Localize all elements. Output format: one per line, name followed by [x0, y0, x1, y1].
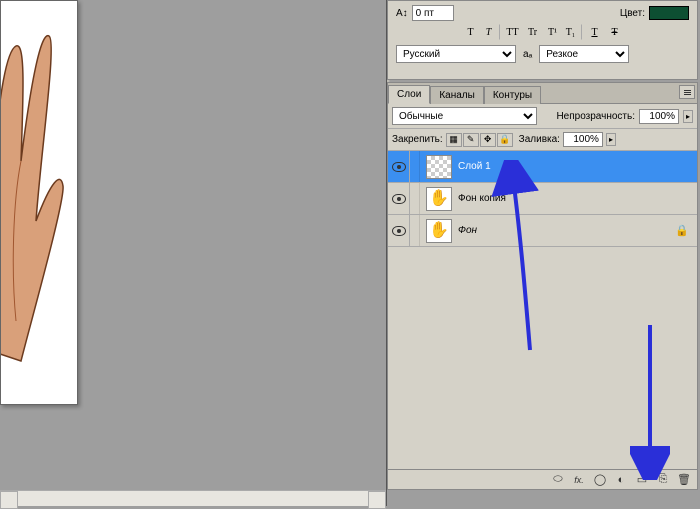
- layer-thumbnail[interactable]: ✋: [426, 187, 452, 211]
- adjustment-layer-button[interactable]: ◐: [611, 472, 631, 488]
- layer-list: Слой 1 ✋ Фон копия ✋ Фон 🔒: [388, 151, 697, 469]
- small-caps-button[interactable]: Tr: [524, 24, 542, 40]
- layers-panel: Слои Каналы Контуры Обычные Непрозрачнос…: [387, 82, 698, 490]
- layer-row-sloy1[interactable]: Слой 1: [388, 151, 697, 183]
- lock-position-button[interactable]: ✥: [480, 133, 496, 147]
- fill-flyout-button[interactable]: ▸: [606, 133, 616, 146]
- layer-name-label: Слой 1: [458, 161, 491, 172]
- superscript-button[interactable]: T¹: [544, 24, 562, 40]
- layer-name-label: Фон копия: [458, 193, 506, 204]
- lock-pixels-button[interactable]: ✎: [463, 133, 479, 147]
- layer-row-fon[interactable]: ✋ Фон 🔒: [388, 215, 697, 247]
- opacity-input[interactable]: 100%: [639, 109, 679, 124]
- new-layer-button[interactable]: ⎘: [653, 472, 673, 488]
- tab-channels[interactable]: Каналы: [430, 86, 484, 104]
- horizontal-scrollbar[interactable]: [0, 490, 386, 506]
- lock-transparency-button[interactable]: ▦: [446, 133, 462, 147]
- fill-label: Заливка:: [519, 134, 560, 145]
- strikethrough-button[interactable]: Ŧ: [606, 24, 624, 40]
- layer-thumbnail[interactable]: [426, 155, 452, 179]
- antialias-icon: aₐ: [520, 49, 535, 60]
- text-color-swatch[interactable]: [649, 6, 689, 20]
- delete-layer-button[interactable]: 🗑: [674, 472, 694, 488]
- hand-icon: ✋: [429, 223, 449, 239]
- layer-mask-button[interactable]: ◯: [590, 472, 610, 488]
- new-group-button[interactable]: ▭: [632, 472, 652, 488]
- language-select[interactable]: Русский: [396, 45, 516, 63]
- text-style-buttons: T T TT Tr T¹ T₁ T Ŧ: [396, 24, 689, 40]
- layers-footer: ⬭ fx. ◯ ◐ ▭ ⎘ 🗑: [388, 469, 697, 489]
- panel-menu-button[interactable]: [679, 85, 695, 99]
- underline-button[interactable]: T: [586, 24, 604, 40]
- hand-icon: ✋: [429, 191, 449, 207]
- tab-layers[interactable]: Слои: [388, 85, 430, 104]
- canvas-content-hand: [0, 21, 71, 371]
- panel-tabs: Слои Каналы Контуры: [388, 83, 697, 104]
- faux-bold-button[interactable]: T: [462, 24, 480, 40]
- lock-label: Закрепить:: [392, 134, 443, 145]
- character-panel: A↕ 0 пт Цвет: T T TT Tr T¹ T₁ T Ŧ Русски…: [387, 0, 698, 80]
- eye-icon: [392, 194, 406, 204]
- link-layers-button[interactable]: ⬭: [548, 472, 568, 488]
- blend-mode-select[interactable]: Обычные: [392, 107, 537, 125]
- all-caps-button[interactable]: TT: [504, 24, 522, 40]
- layer-row-fon-kopiya[interactable]: ✋ Фон копия: [388, 183, 697, 215]
- canvas-area[interactable]: [0, 0, 386, 506]
- antialias-select[interactable]: Резкое: [539, 45, 629, 63]
- visibility-toggle[interactable]: [388, 215, 410, 246]
- subscript-button[interactable]: T₁: [564, 24, 582, 40]
- lock-indicator-icon: 🔒: [675, 224, 689, 237]
- opacity-label: Непрозрачность:: [556, 111, 635, 122]
- leading-icon: A↕: [396, 8, 408, 19]
- lock-all-button[interactable]: 🔒: [497, 133, 513, 147]
- visibility-toggle[interactable]: [388, 151, 410, 182]
- document-window[interactable]: [0, 0, 78, 405]
- color-label: Цвет:: [620, 8, 645, 19]
- layer-name-label: Фон: [458, 225, 477, 236]
- tab-paths[interactable]: Контуры: [484, 86, 541, 104]
- eye-icon: [392, 226, 406, 236]
- leading-input[interactable]: 0 пт: [412, 5, 454, 21]
- faux-italic-button[interactable]: T: [482, 24, 500, 40]
- layer-thumbnail[interactable]: ✋: [426, 219, 452, 243]
- visibility-toggle[interactable]: [388, 183, 410, 214]
- layer-fx-button[interactable]: fx.: [569, 472, 589, 488]
- eye-icon: [392, 162, 406, 172]
- fill-input[interactable]: 100%: [563, 132, 603, 147]
- opacity-flyout-button[interactable]: ▸: [683, 110, 693, 123]
